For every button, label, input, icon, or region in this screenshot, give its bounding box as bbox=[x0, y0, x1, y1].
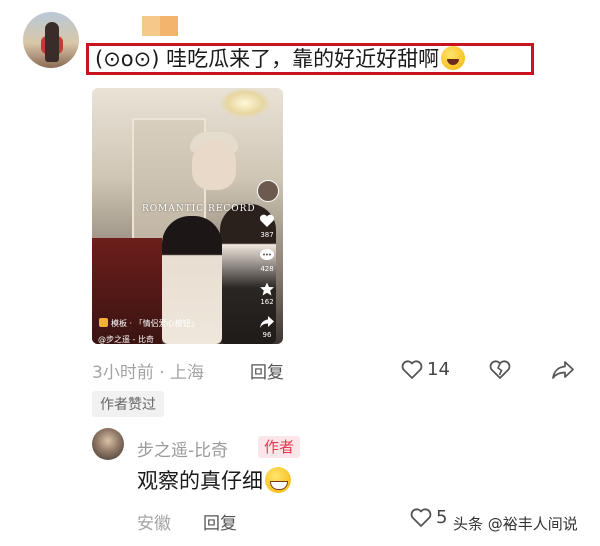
video-comment-count: 428 bbox=[260, 265, 274, 273]
dislike-broken-heart-icon[interactable] bbox=[489, 360, 511, 380]
reply-location: 安徽 bbox=[137, 514, 171, 534]
reply-username[interactable]: 步之遥-比奇 bbox=[137, 436, 228, 461]
video-star-icon[interactable] bbox=[259, 282, 275, 296]
username-placeholder bbox=[142, 16, 180, 36]
grinning-sweat-emoji-icon bbox=[265, 467, 291, 493]
video-favorite-count: 162 bbox=[260, 298, 274, 306]
reply-like-count: 5 bbox=[436, 507, 448, 528]
video-author-line: @步之遥 - 比奇 bbox=[98, 335, 154, 344]
reply-reply-button[interactable]: 回复 bbox=[203, 509, 237, 534]
video-like-count: 387 bbox=[260, 231, 274, 239]
video-author-avatar[interactable] bbox=[257, 180, 279, 202]
reply-like-heart-icon[interactable] bbox=[410, 508, 432, 528]
like-count: 14 bbox=[427, 359, 450, 380]
toutiao-watermark: 头条 @裕丰人间说 bbox=[453, 515, 578, 533]
reply-avatar[interactable] bbox=[92, 428, 124, 460]
author-liked-badge: 作者赞过 bbox=[92, 391, 164, 417]
template-icon bbox=[99, 318, 108, 327]
video-comment-icon[interactable] bbox=[259, 248, 275, 262]
reply-button[interactable]: 回复 bbox=[250, 358, 284, 383]
like-heart-icon[interactable] bbox=[401, 360, 423, 380]
share-arrow-icon[interactable] bbox=[551, 360, 575, 380]
laughing-emoji-icon bbox=[441, 46, 466, 70]
author-badge: 作者 bbox=[258, 436, 301, 458]
video-share-count: 96 bbox=[262, 331, 272, 339]
reply-text: 观察的真仔细 bbox=[137, 467, 291, 495]
video-watermark: ROMANTIC RECORD bbox=[142, 204, 256, 214]
video-heart-icon[interactable] bbox=[259, 214, 275, 228]
comment-time-location: 3小时前 · 上海 bbox=[92, 363, 205, 383]
video-share-icon[interactable] bbox=[259, 315, 275, 329]
commenter-avatar[interactable] bbox=[23, 12, 79, 68]
comment-text: (⊙o⊙) 哇吃瓜来了，靠的好近好甜啊 bbox=[95, 45, 466, 73]
reply-body: 观察的真仔细 bbox=[137, 469, 263, 493]
comment-body: (⊙o⊙) 哇吃瓜来了，靠的好近好甜啊 bbox=[95, 47, 440, 71]
video-template-tag[interactable]: 模板 · 「情侣爱心按钮」 bbox=[99, 318, 199, 329]
video-tag-text: 模板 · 「情侣爱心按钮」 bbox=[111, 319, 199, 328]
